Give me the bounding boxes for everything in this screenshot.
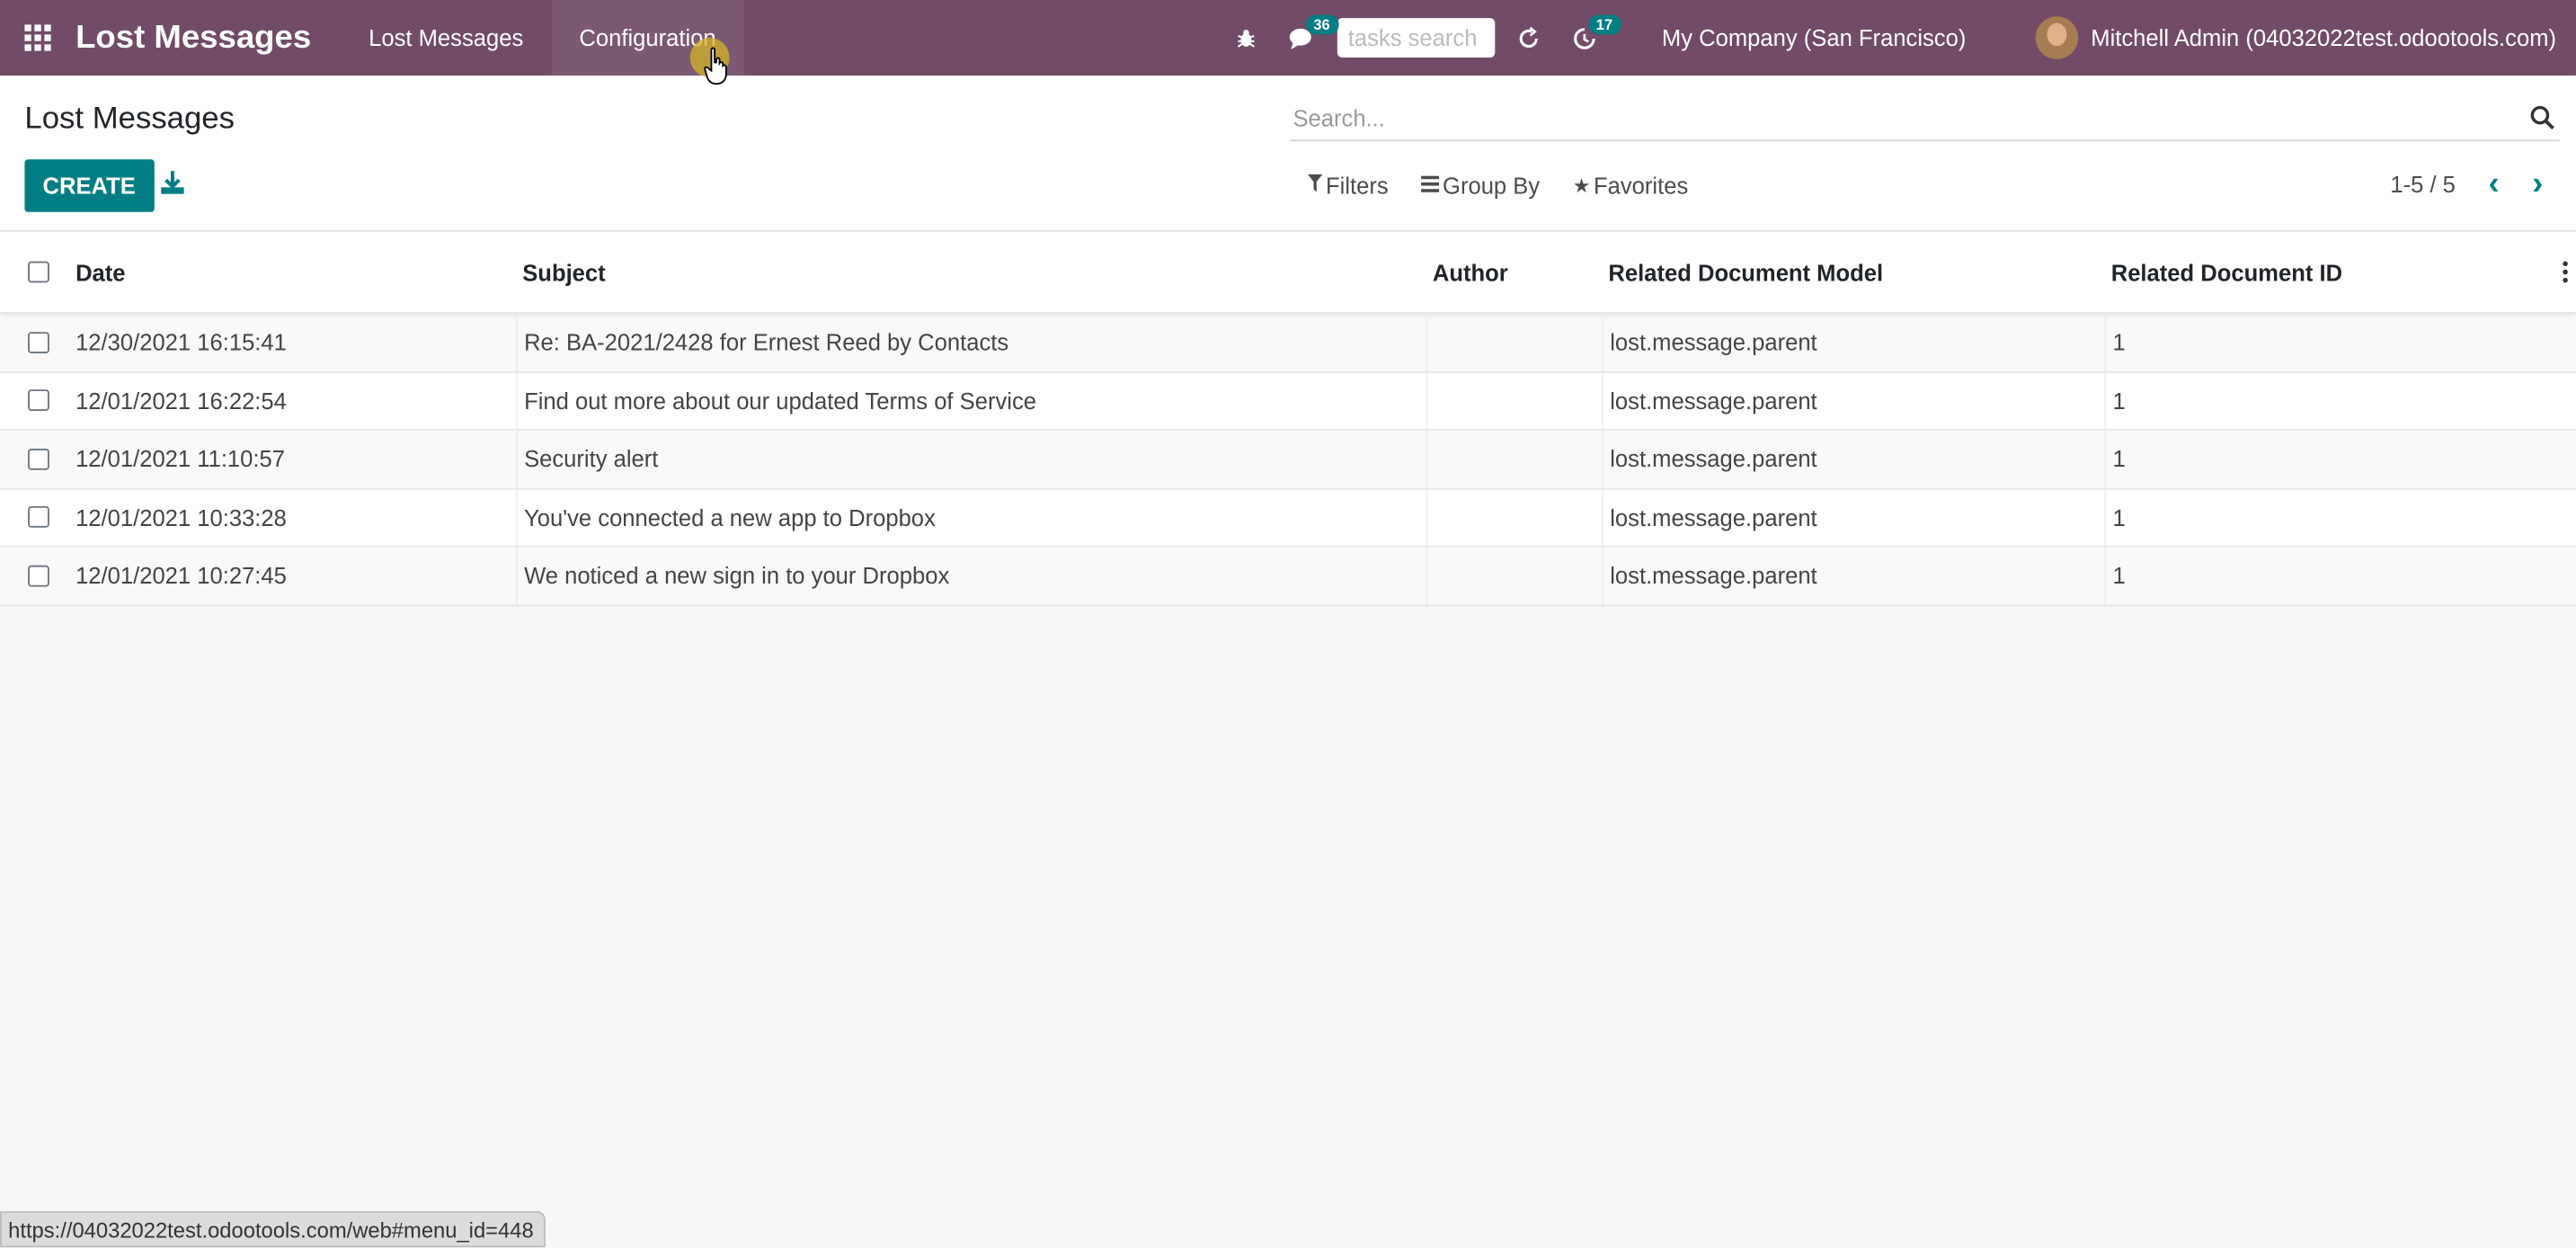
- row-checkbox[interactable]: [27, 389, 49, 412]
- filters-toggle[interactable]: Filters: [1307, 172, 1389, 200]
- optional-columns-kebab-icon[interactable]: [2563, 261, 2569, 286]
- cell-model: lost.message.parent: [1602, 371, 2104, 430]
- cell-model: lost.message.parent: [1602, 314, 2104, 371]
- cell-author: [1426, 547, 1603, 604]
- cell-author: [1426, 371, 1603, 430]
- cell-document-id: 1: [2104, 488, 2576, 546]
- cell-date: 12/30/2021 16:15:41: [76, 329, 287, 356]
- hand-cursor-icon: [703, 46, 729, 85]
- cell-document-id: 1: [2104, 547, 2576, 604]
- row-select-cell: [0, 372, 76, 429]
- breadcrumb: Lost Messages: [24, 102, 235, 137]
- user-name: Mitchell Admin (04032022test.odootools.c…: [2091, 24, 2557, 51]
- cell-date: 12/01/2021 10:33:28: [76, 504, 287, 530]
- cell-subject: Security alert: [515, 430, 1426, 487]
- systray: 36 tasks search 17 My Company (San Franc…: [1218, 0, 2576, 76]
- cell-subject: Re: BA-2021/2428 for Ernest Reed by Cont…: [515, 314, 1426, 371]
- search-options: Filters Group By ★ Favorites: [1307, 172, 1721, 200]
- table-row[interactable]: 12/30/2021 16:15:41 Re: BA-2021/2428 for…: [0, 314, 2576, 372]
- apps-menu-icon[interactable]: [0, 0, 76, 76]
- chevron-left-icon[interactable]: ‹: [2488, 167, 2499, 201]
- table-row[interactable]: 12/01/2021 10:33:28 You've connected a n…: [0, 488, 2576, 548]
- search-bar: [1289, 95, 2560, 142]
- table-row[interactable]: 12/01/2021 11:10:57 Security alert lost.…: [0, 430, 2576, 489]
- cell-model: lost.message.parent: [1602, 547, 2104, 604]
- table-header: Date Subject Author Related Document Mod…: [0, 232, 2576, 315]
- company-switcher[interactable]: My Company (San Francisco): [1612, 24, 2035, 50]
- row-checkbox[interactable]: [27, 448, 49, 470]
- cell-document-id: 1: [2104, 430, 2576, 487]
- messages-chat-icon[interactable]: 36: [1275, 0, 1338, 76]
- cell-subject: Find out more about our updated Terms of…: [515, 371, 1426, 430]
- group-by-label: Group By: [1443, 172, 1541, 200]
- column-header-document-id[interactable]: Related Document ID: [2104, 232, 2576, 313]
- cell-model: lost.message.parent: [1602, 430, 2104, 487]
- select-all-checkbox[interactable]: [27, 261, 49, 283]
- row-checkbox[interactable]: [27, 506, 49, 529]
- debug-bug-icon[interactable]: [1218, 0, 1274, 76]
- link-status-bar: https://04032022test.odootools.com/web#m…: [0, 1211, 546, 1248]
- cell-author: [1426, 488, 1603, 546]
- page: Lost Messages Lost Messages Configuratio…: [0, 0, 2576, 1248]
- favorites-toggle[interactable]: ★ Favorites: [1573, 173, 1689, 199]
- favorites-label: Favorites: [1594, 172, 1689, 200]
- column-header-date[interactable]: Date: [76, 232, 516, 313]
- create-button[interactable]: CREATE: [24, 159, 154, 212]
- activity-clock-icon[interactable]: 17: [1557, 0, 1621, 76]
- avatar: [2035, 16, 2078, 59]
- cell-author: [1426, 430, 1603, 487]
- star-icon: ★: [1572, 174, 1591, 198]
- row-select-cell: [0, 548, 76, 604]
- cell-subject: We noticed a new sign in to your Dropbox: [515, 547, 1426, 604]
- activity-badge: 17: [1587, 14, 1621, 35]
- column-header-subject[interactable]: Subject: [516, 232, 1426, 313]
- table-row[interactable]: 12/01/2021 16:22:54 Find out more about …: [0, 371, 2576, 431]
- list-view-table: Date Subject Author Related Document Mod…: [0, 231, 2576, 606]
- column-header-author[interactable]: Author: [1426, 232, 1603, 313]
- search-icon[interactable]: [2530, 104, 2556, 130]
- row-checkbox[interactable]: [27, 331, 49, 353]
- cell-document-id: 1: [2104, 371, 2576, 430]
- empty-content-area: [0, 605, 2576, 1245]
- user-menu[interactable]: Mitchell Admin (04032022test.odootools.c…: [2035, 16, 2576, 59]
- row-select-cell: [0, 314, 76, 370]
- row-checkbox[interactable]: [27, 565, 49, 587]
- top-navbar: Lost Messages Lost Messages Configuratio…: [0, 0, 2576, 76]
- download-icon[interactable]: [161, 171, 187, 197]
- pager-value[interactable]: 1-5 / 5: [2390, 171, 2456, 197]
- cell-date: 12/01/2021 16:22:54: [76, 387, 287, 415]
- filters-label: Filters: [1326, 172, 1389, 200]
- row-select-cell: [0, 489, 76, 546]
- table-row[interactable]: 12/01/2021 10:27:45 We noticed a new sig…: [0, 547, 2576, 606]
- search-input[interactable]: [1289, 104, 2530, 131]
- table-body: 12/30/2021 16:15:41 Re: BA-2021/2428 for…: [0, 314, 2576, 606]
- control-panel: Lost Messages CREATE Filters Group By: [0, 76, 2576, 232]
- messages-badge: 36: [1305, 14, 1338, 35]
- cell-document-id: 1: [2104, 314, 2576, 371]
- row-select-cell: [0, 431, 76, 487]
- cell-model: lost.message.parent: [1602, 488, 2104, 546]
- tasks-search-input[interactable]: tasks search: [1337, 18, 1495, 58]
- filter-funnel-icon: [1307, 174, 1323, 198]
- group-by-bars-icon: [1421, 174, 1440, 198]
- menu-lost-messages[interactable]: Lost Messages: [341, 0, 551, 76]
- cell-subject: You've connected a new app to Dropbox: [515, 488, 1426, 546]
- select-all-cell: [0, 232, 76, 313]
- cell-date: 12/01/2021 11:10:57: [76, 445, 285, 473]
- refresh-icon[interactable]: [1501, 0, 1557, 76]
- group-by-toggle[interactable]: Group By: [1421, 173, 1540, 199]
- cell-date: 12/01/2021 10:27:45: [76, 562, 287, 589]
- cell-author: [1426, 314, 1603, 371]
- app-title[interactable]: Lost Messages: [76, 19, 341, 57]
- chevron-right-icon[interactable]: ›: [2532, 167, 2543, 201]
- column-header-model[interactable]: Related Document Model: [1602, 232, 2104, 313]
- pager: 1-5 / 5 ‹ ›: [2390, 167, 2543, 201]
